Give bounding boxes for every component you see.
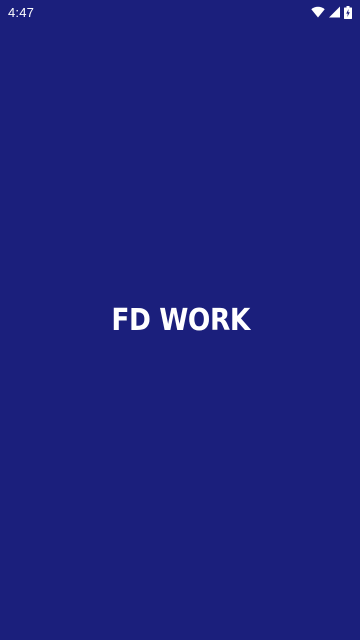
app-logo-text: FD WORK — [111, 302, 251, 338]
splash-screen: FD WORK — [0, 0, 360, 640]
